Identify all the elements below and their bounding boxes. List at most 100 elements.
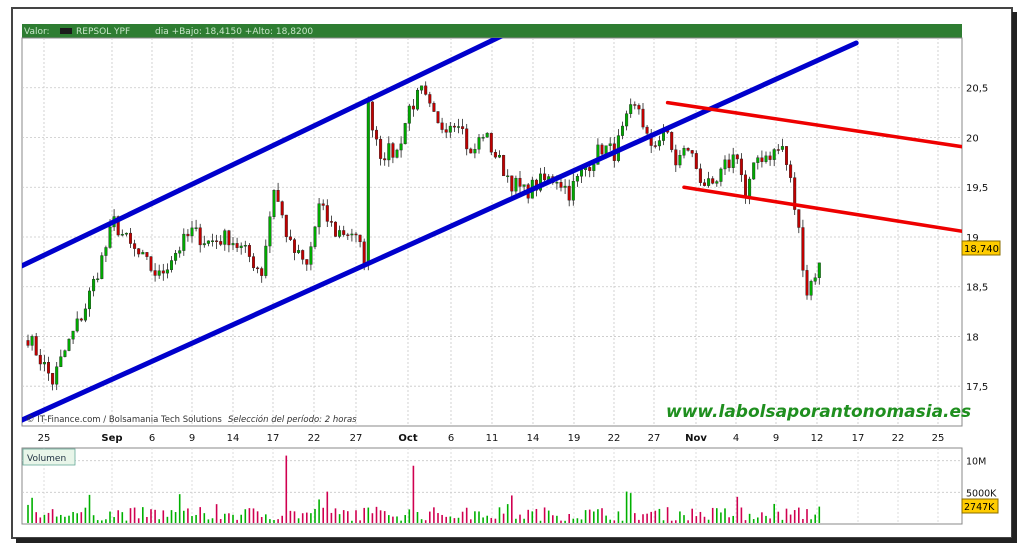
candle-body [370, 101, 374, 131]
candle-body [727, 159, 731, 168]
candle-body [231, 243, 235, 246]
candle-body [383, 158, 387, 161]
candle-body [83, 308, 87, 321]
candle-body [247, 245, 251, 257]
candle-body [321, 203, 325, 206]
x-tick-label: 22 [608, 433, 621, 444]
candle-body [288, 236, 292, 240]
candle-body [342, 230, 346, 235]
credits-source: © IT-Finance.com / Bolsamania Tech Solut… [26, 415, 222, 425]
candle-body [161, 270, 165, 274]
candle-body [108, 226, 112, 248]
frame-shadow-right [1012, 12, 1017, 542]
y-tick-label: 20,5 [966, 84, 988, 95]
candle-body [71, 330, 75, 340]
candle-body [268, 216, 272, 247]
candle-body [358, 234, 362, 243]
candle-body [707, 178, 711, 186]
candle-body [657, 140, 661, 147]
candle-body [432, 103, 436, 112]
chart-frame: Valor: REPSOL YPF dia +Bajo: 18,4150 +Al… [11, 7, 1017, 543]
candle-body [67, 338, 71, 351]
candle-body [653, 145, 657, 147]
y-tick-label: 17,5 [966, 382, 988, 393]
candle-body [63, 350, 67, 357]
candle-body [600, 144, 604, 155]
candle-body [198, 227, 202, 246]
candle-body [756, 157, 760, 163]
candle-body [96, 278, 100, 280]
frame-shadow-bottom [16, 538, 1017, 543]
price-panel: 20,52019,51918,51817,5 © IT-Finance.com … [21, 37, 988, 427]
candle-body [563, 185, 567, 188]
candle-body [502, 155, 506, 177]
candle-body [637, 105, 641, 110]
candle-body [350, 233, 354, 236]
candle-body [338, 230, 342, 237]
candle-body [543, 173, 547, 181]
candle-body [625, 113, 629, 127]
candle-body [510, 175, 514, 192]
x-tick-label: 25 [38, 433, 51, 444]
candle-body [797, 209, 801, 228]
candle-body [251, 256, 255, 269]
candle-body [329, 221, 333, 223]
candle-body [280, 201, 284, 216]
candle-body [186, 233, 190, 237]
volume-y-tick-label: 5000K [966, 488, 997, 499]
candle-body [407, 105, 411, 124]
y-tick-label: 18 [966, 332, 979, 343]
candle-body [805, 270, 809, 296]
x-tick-label: 9 [189, 433, 195, 444]
candle-body [801, 227, 805, 271]
candle-body [641, 108, 645, 128]
candle-body [424, 85, 428, 95]
x-tick-label: 17 [852, 433, 865, 444]
candle-body [128, 232, 132, 244]
candle-body [256, 267, 260, 270]
volume-y-tick-label: 10M [966, 457, 986, 468]
last-volume-value: 2747K [964, 502, 995, 513]
candle-body [772, 149, 776, 160]
y-tick-label: 18,5 [966, 283, 988, 294]
candle-body [325, 205, 329, 222]
candle-body [809, 281, 813, 296]
candle-body [440, 122, 444, 130]
x-tick-label: Sep [101, 433, 122, 444]
volume-label: Volumen [27, 454, 66, 464]
candle-body [465, 128, 469, 150]
candle-body [457, 126, 461, 128]
candle-body [100, 255, 104, 279]
candle-body [789, 164, 793, 178]
candle-body [145, 252, 149, 257]
candle-body [174, 252, 178, 261]
candle-body [522, 184, 526, 187]
candle-body [92, 278, 96, 292]
candle-body [567, 185, 571, 201]
series-swatch-icon [60, 28, 72, 34]
candle-body [780, 146, 784, 150]
x-tick-label: 17 [267, 433, 280, 444]
candle-body [79, 318, 83, 321]
candle-body [354, 233, 358, 236]
candle-body [313, 226, 317, 247]
candle-body [731, 154, 735, 168]
candle-body [674, 149, 678, 166]
x-tick-label: 9 [773, 433, 779, 444]
x-tick-label: 14 [227, 433, 240, 444]
candle-body [399, 143, 403, 151]
candle-body [678, 155, 682, 166]
candle-body [698, 168, 702, 183]
candle-body [264, 245, 268, 276]
candle-body [813, 277, 817, 282]
y-tick-label: 19,5 [966, 183, 988, 194]
candle-body [375, 129, 379, 140]
candle-body [395, 149, 399, 158]
candle-body [764, 155, 768, 162]
candle-body [260, 268, 264, 276]
candle-body [682, 148, 686, 156]
candle-body [272, 190, 276, 217]
candle-body [391, 143, 395, 158]
x-tick-label: 12 [811, 433, 824, 444]
candle-body [686, 148, 690, 151]
